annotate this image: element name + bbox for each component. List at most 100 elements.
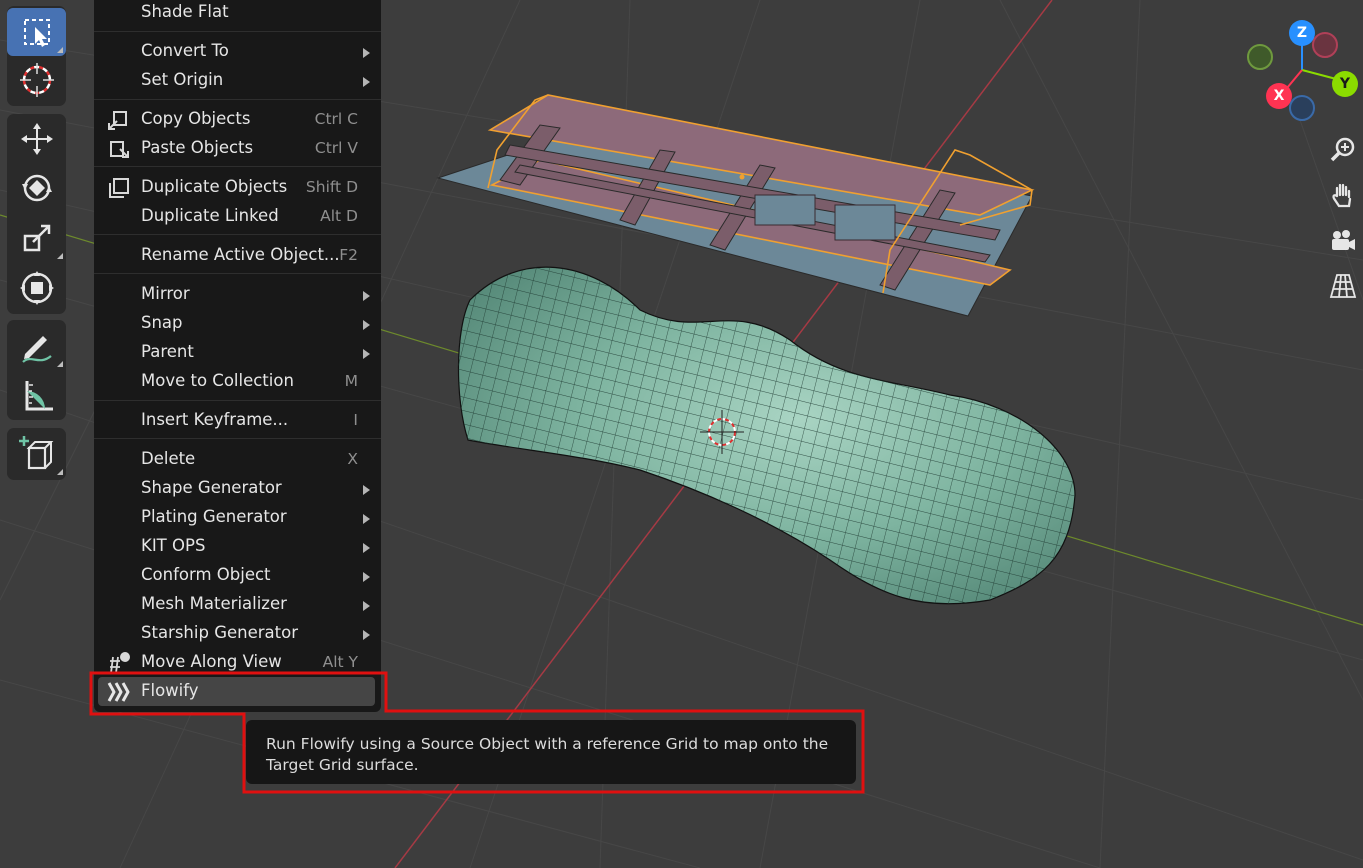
menu-item-duplicate-objects[interactable]: Duplicate Objects Shift D [94,173,381,202]
menu-separator [94,166,381,167]
menu-separator [94,31,381,32]
menu-item-duplicate-linked[interactable]: Duplicate Linked Alt D [94,202,381,231]
duplicate-icon [106,176,132,200]
perspective-toggle-button[interactable] [1324,267,1362,305]
menu-item-label: Mirror [141,284,190,303]
menu-item-label: Shape Generator [141,478,282,497]
menu-item-label: Insert Keyframe... [141,410,289,429]
menu-item-shortcut: Alt Y [322,653,358,671]
menu-item-conform-object[interactable]: Conform Object [94,561,381,590]
zoom-button[interactable] [1324,131,1362,169]
zoom-icon [1330,137,1355,162]
menu-item-label: KIT OPS [141,536,206,555]
menu-item-label: Snap [141,313,183,332]
menu-item-shortcut: I [353,411,358,429]
add-cube-tool[interactable] [7,430,66,478]
menu-item-label: Paste Objects [141,138,254,157]
menu-item-label: Duplicate Objects [141,177,288,196]
corner-indicator [57,469,63,475]
move-tool[interactable] [7,115,66,163]
gizmo-x-label: X [1273,88,1285,104]
camera-view-button[interactable] [1324,222,1362,260]
menu-item-set-origin[interactable]: Set Origin [94,66,381,95]
gizmo-neg-x-ball[interactable] [1247,44,1273,70]
submenu-arrow-icon [363,291,370,301]
transform-tool[interactable] [7,264,66,312]
menu-item-shortcut: M [344,372,358,390]
submenu-arrow-icon [363,514,370,524]
menu-item-kit-ops[interactable]: KIT OPS [94,532,381,561]
menu-item-insert-keyframe[interactable]: Insert Keyframe... I [94,406,381,435]
rotate-tool[interactable] [7,164,66,212]
menu-item-flowify[interactable]: Flowify [98,677,375,706]
menu-item-move-along-view[interactable]: Move Along View Alt Y [94,648,381,677]
toolbar-group-select [7,6,66,106]
menu-item-shortcut: Ctrl V [314,139,358,157]
cursor-tool[interactable] [7,56,66,104]
menu-item-convert-to[interactable]: Convert To [94,37,381,66]
menu-item-delete[interactable]: Delete X [94,445,381,474]
move-icon [20,123,53,155]
menu-item-label: Move to Collection [141,371,294,390]
gizmo-neg-y-ball[interactable] [1312,32,1338,58]
navigation-gizmo[interactable]: Z Y X [1240,18,1362,123]
measure-tool[interactable] [7,371,66,419]
object-context-menu: Shade Flat Convert To Set Origin Copy Objec… [94,0,381,712]
menu-separator [94,234,381,235]
menu-item-copy-objects[interactable]: Copy Objects Ctrl C [94,105,381,134]
menu-item-label: Starship Generator [141,623,298,642]
tooltip-text: Run Flowify using a Source Object with a… [266,735,829,774]
pan-button[interactable] [1324,177,1362,215]
menu-item-snap[interactable]: Snap [94,309,381,338]
menu-item-paste-objects[interactable]: Paste Objects Ctrl V [94,134,381,163]
menu-item-mirror[interactable]: Mirror [94,280,381,309]
menu-item-shortcut: Shift D [305,178,358,196]
menu-item-label: Flowify [141,681,199,700]
transform-icon [19,271,54,305]
gizmo-y-ball[interactable]: Y [1332,71,1358,97]
menu-item-shortcut: X [347,450,358,468]
corner-indicator [57,253,63,259]
select-box-tool[interactable] [7,8,66,56]
menu-item-label: Rename Active Object... [141,245,340,264]
gizmo-x-ball[interactable]: X [1266,83,1292,109]
toolbar-group-annotate [7,320,66,420]
copy-icon [106,108,132,132]
menu-separator [94,273,381,274]
menu-item-label: Convert To [141,41,229,60]
menu-item-parent[interactable]: Parent [94,338,381,367]
corner-indicator [57,47,63,53]
menu-item-shade-flat[interactable]: Shade Flat [94,0,381,27]
menu-item-mesh-materializer[interactable]: Mesh Materializer [94,590,381,619]
grid-perspective-icon [1329,274,1357,298]
add-cube-icon [18,436,53,470]
menu-item-rename-active-object[interactable]: Rename Active Object... F2 [94,241,381,270]
menu-item-shape-generator[interactable]: Shape Generator [94,474,381,503]
menu-item-label: Parent [141,342,194,361]
menu-item-label: Copy Objects [141,109,251,128]
select-box-icon [23,19,50,47]
scale-icon [23,224,50,252]
submenu-arrow-icon [363,543,370,553]
menu-item-plating-generator[interactable]: Plating Generator [94,503,381,532]
submenu-arrow-icon [363,349,370,359]
annotate-tool[interactable] [7,322,66,370]
gizmo-y-label: Y [1339,76,1351,92]
menu-item-move-to-collection[interactable]: Move to Collection M [94,367,381,396]
pan-hand-icon [1332,183,1352,208]
flowify-icon [106,680,132,704]
scale-tool[interactable] [7,214,66,262]
submenu-arrow-icon [363,320,370,330]
menu-item-starship-generator[interactable]: Starship Generator [94,619,381,648]
menu-separator [94,99,381,100]
menu-separator [94,400,381,401]
measure-icon [25,381,53,411]
menu-separator [94,438,381,439]
menu-item-label: Move Along View [141,652,282,671]
gizmo-neg-z-ball[interactable] [1289,95,1315,121]
camera-icon [1332,230,1355,250]
gizmo-z-ball[interactable]: Z [1289,20,1315,46]
menu-item-shortcut: F2 [339,246,358,264]
toolbar-group-add [7,428,66,480]
submenu-arrow-icon [363,630,370,640]
